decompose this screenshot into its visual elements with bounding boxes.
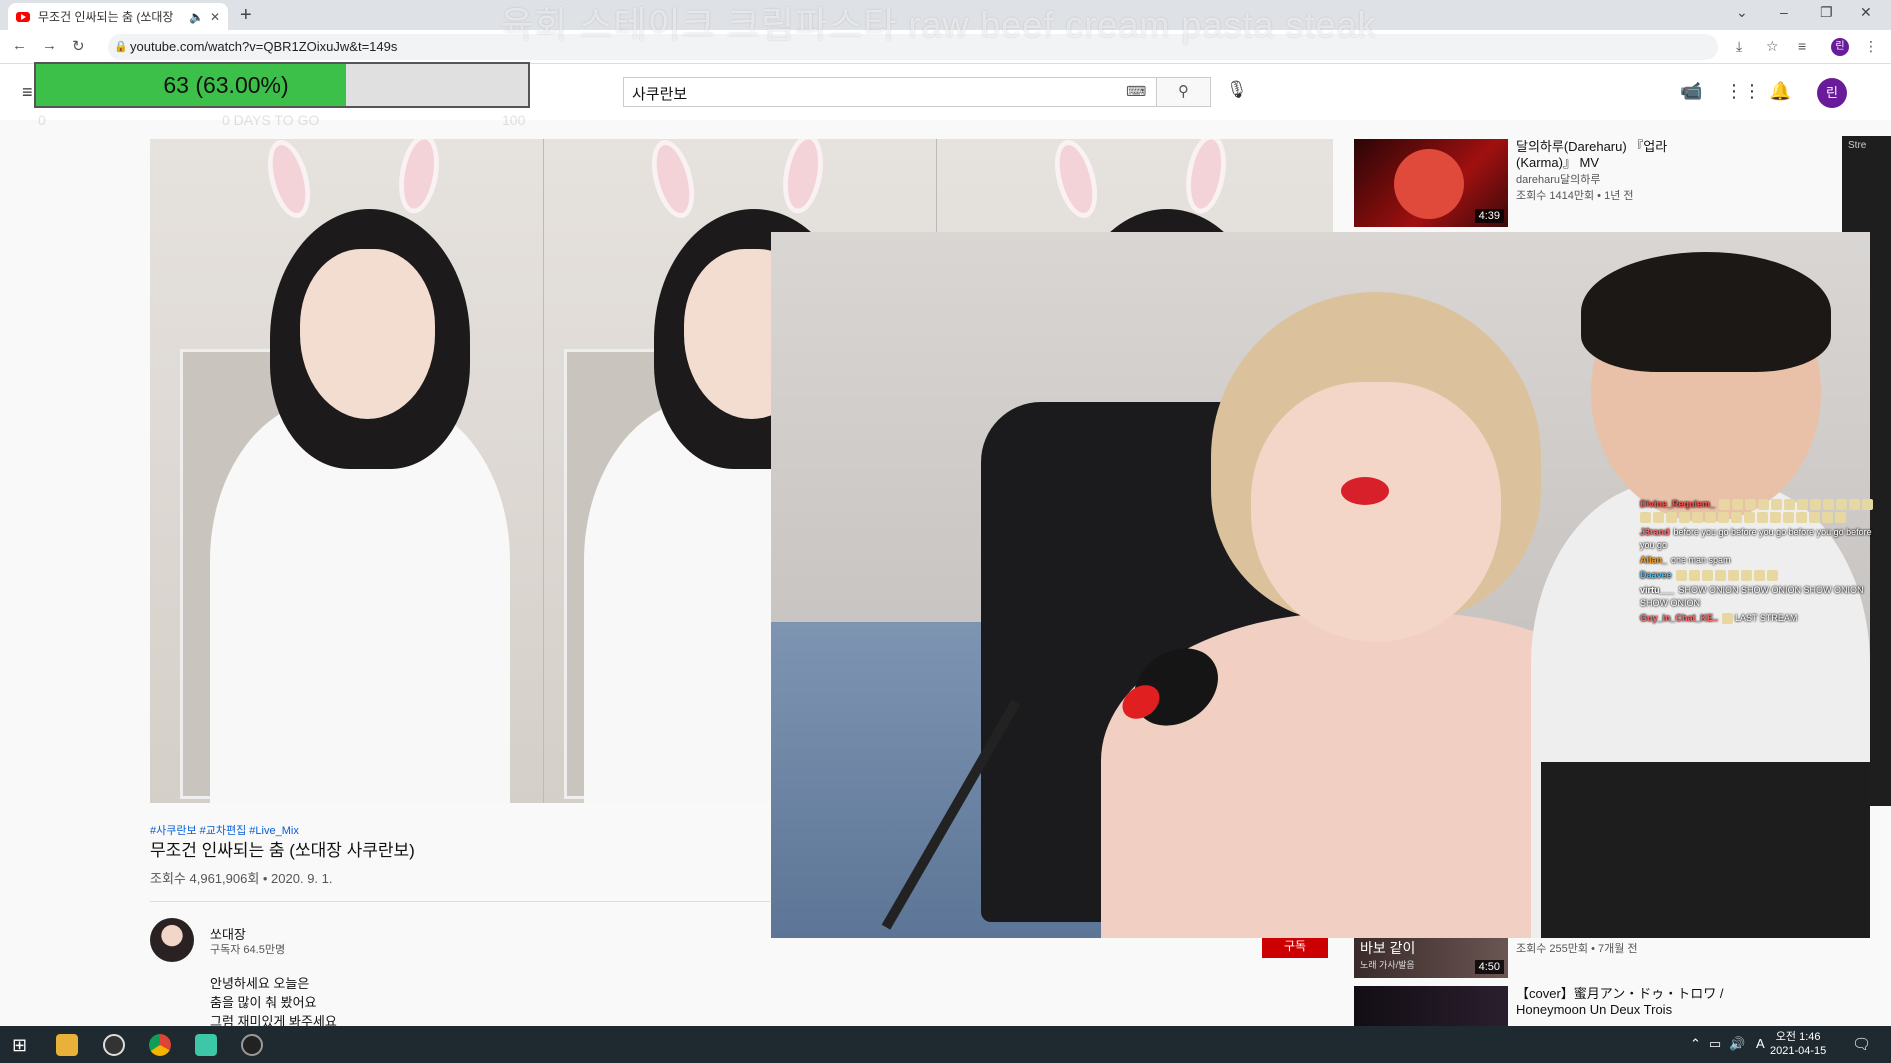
windows-taskbar: ⊞ ⌃▭🔊 A 오전 1:46 2021-04-15 🗨 xyxy=(0,1026,1891,1063)
speaker-icon[interactable]: 🔈 xyxy=(189,10,204,24)
related-thumbnail[interactable] xyxy=(1354,986,1508,1026)
keyboard-icon[interactable]: ⌨ xyxy=(1126,83,1146,100)
description-line: 춤을 많이 춰 봤어요 xyxy=(210,995,317,1010)
hamburger-menu-icon[interactable]: ≡ xyxy=(22,82,33,103)
video-frame-left xyxy=(150,139,543,803)
apps-grid-icon[interactable]: ⋮⋮ xyxy=(1725,81,1761,102)
chat-message: Daavee xyxy=(1640,569,1880,582)
streaming-app-icon[interactable] xyxy=(195,1034,217,1056)
install-icon[interactable]: ⤓ xyxy=(1736,38,1742,55)
notification-center-icon[interactable]: 🗨 xyxy=(1852,1035,1871,1053)
related-meta: 조회수 255만회 • 7개월 전 xyxy=(1516,943,1638,955)
video-description: 안녕하세요 오늘은 춤을 많이 춰 봤어요 그럼 재미있게 봐주세요 xyxy=(210,974,337,1031)
chat-username: Daavee xyxy=(1640,570,1672,580)
ime-indicator[interactable]: A xyxy=(1756,1036,1765,1051)
profile-avatar[interactable]: 린 xyxy=(1817,78,1847,108)
chat-username: Divine_Requiem_ xyxy=(1640,499,1716,509)
chat-username: Guy_in_Chat_KE.. xyxy=(1640,613,1719,623)
taskbar-clock[interactable]: 오전 1:46 2021-04-15 xyxy=(1770,1030,1826,1058)
chat-username: J3rand xyxy=(1640,527,1670,537)
bookmark-star-icon[interactable]: ☆ xyxy=(1766,38,1779,55)
tab-search-icon[interactable]: ⌄ xyxy=(1736,4,1748,21)
forward-icon[interactable]: → xyxy=(42,37,57,54)
thumbnail-text: 바보 같이 xyxy=(1360,940,1416,956)
related-title[interactable]: 【cover】蜜月アン・ドゥ・トロワ / Honeymoon Un Deux T… xyxy=(1516,986,1746,1018)
chat-username: Allan_ xyxy=(1640,555,1668,565)
reload-icon[interactable]: ↻ xyxy=(72,37,85,55)
chat-message: Divine_Requiem_ xyxy=(1640,498,1880,524)
notifications-bell-icon[interactable]: 🔔 xyxy=(1769,81,1791,102)
lock-icon: 🔒 xyxy=(114,41,128,53)
chat-message: virtu___ SHOW ONION SHOW ONION SHOW ONION… xyxy=(1640,584,1880,610)
clock-date: 2021-04-15 xyxy=(1770,1045,1827,1057)
goal-min-label: 0 xyxy=(38,112,46,128)
create-video-icon[interactable]: 📹 xyxy=(1680,81,1702,102)
divider xyxy=(150,901,770,902)
back-icon[interactable]: ← xyxy=(12,37,27,54)
related-thumbnail[interactable]: 바보 같이 노래 가사/발음 4:50 xyxy=(1354,938,1508,978)
description-line: 안녕하세요 오늘은 xyxy=(210,976,310,991)
tab-title: 무조건 인싸되는 춤 (쏘대장 xyxy=(38,10,174,24)
chat-message: Allan_ one man spam xyxy=(1640,554,1880,567)
stream-title-overlay: 육회 스테이크 크림파스타 raw beef cream pasta steak xyxy=(500,4,1377,45)
new-tab-button[interactable]: + xyxy=(240,4,252,27)
windows-start-icon[interactable]: ⊞ xyxy=(12,1035,27,1056)
menu-dots-icon[interactable]: ⋮ xyxy=(1864,38,1878,55)
microphone-icon[interactable]: 🎙 xyxy=(1226,80,1248,100)
profile-avatar-small[interactable]: 린 xyxy=(1831,38,1849,56)
logitech-icon[interactable] xyxy=(103,1034,125,1056)
screen: 무조건 인싸되는 춤 (쏘대장 🔈 ✕ + ⌄ – ❐ ✕ ← → ↻ 🔒 yo… xyxy=(0,0,1891,1063)
search-button[interactable]: ⚲ xyxy=(1157,77,1211,107)
goal-progress-text: 63 (63.00%) xyxy=(163,72,289,98)
chrome-icon[interactable] xyxy=(149,1034,171,1056)
related-thumbnail[interactable]: 4:39 xyxy=(1354,139,1508,227)
chat-username: virtu___ xyxy=(1640,585,1675,595)
thumbnail-subtext: 노래 가사/발음 xyxy=(1360,960,1415,970)
close-window-button[interactable]: ✕ xyxy=(1860,4,1872,21)
obs-icon[interactable] xyxy=(241,1034,263,1056)
clock-time: 오전 1:46 xyxy=(1775,1031,1821,1043)
search-input[interactable]: 사쿠란보 xyxy=(623,77,1157,107)
chat-text: LAST STREAM xyxy=(1735,613,1798,623)
maximize-button[interactable]: ❐ xyxy=(1820,4,1833,21)
chat-message: J3rand before you go before you go before… xyxy=(1640,526,1880,552)
search-icon: ⚲ xyxy=(1178,83,1189,100)
goal-max-label: 100 xyxy=(502,112,526,128)
stream-chat-overlay: Divine_Requiem_ J3rand before you go befo… xyxy=(1640,498,1880,627)
stream-panel-label: Stre xyxy=(1848,140,1867,151)
browser-tab[interactable]: 무조건 인싸되는 춤 (쏘대장 🔈 ✕ xyxy=(8,3,228,30)
youtube-favicon-icon xyxy=(16,11,30,22)
video-title: 무조건 인싸되는 춤 (쏘대장 사쿠란보) xyxy=(150,841,415,860)
system-tray[interactable]: ⌃▭🔊 xyxy=(1690,1036,1753,1052)
goal-progress-bar: 63 (63.00%) xyxy=(34,62,530,108)
goal-caption: 0 DAYS TO GO xyxy=(222,112,320,128)
chat-text: one man spam xyxy=(1671,555,1731,565)
channel-subscribers: 구독자 64.5만명 xyxy=(210,944,286,956)
video-duration: 4:39 xyxy=(1474,209,1504,223)
chat-message: Guy_in_Chat_KE.. LAST STREAM xyxy=(1640,612,1880,625)
related-meta: 조회수 1414만회 • 1년 전 xyxy=(1516,190,1634,202)
chat-text: before you go before you go before you g… xyxy=(1640,527,1872,550)
video-meta: 조회수 4,961,906회 • 2020. 9. 1. xyxy=(150,871,333,886)
url-text: youtube.com/watch?v=QBR1ZOixuJw&t=149s xyxy=(130,39,398,54)
related-title[interactable]: 달의하루(Dareharu) 『업라(Karma)』 MV xyxy=(1516,139,1716,171)
channel-avatar[interactable] xyxy=(150,918,194,962)
related-channel[interactable]: dareharu달의하루 xyxy=(1516,173,1601,188)
media-control-icon[interactable]: ≡ xyxy=(1798,38,1806,54)
tab-close-icon[interactable]: ✕ xyxy=(210,10,220,24)
video-duration: 4:50 xyxy=(1474,960,1504,974)
minimize-button[interactable]: – xyxy=(1780,4,1788,20)
file-explorer-icon[interactable] xyxy=(56,1034,78,1056)
